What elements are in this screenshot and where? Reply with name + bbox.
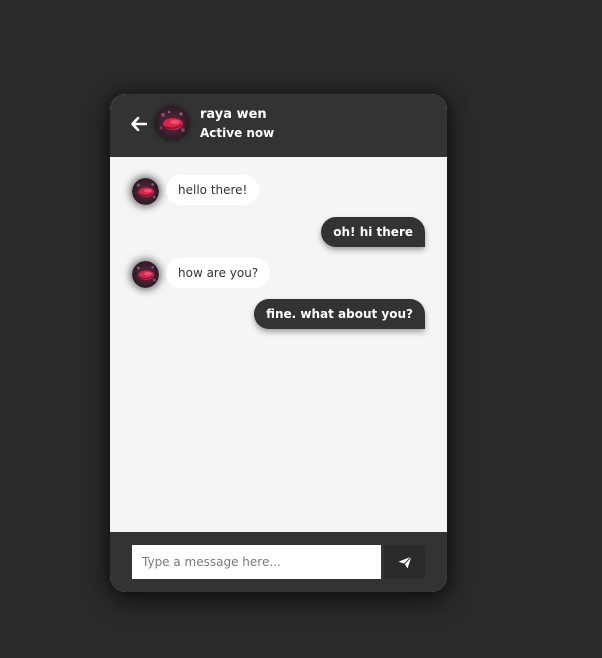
avatar-image bbox=[155, 106, 189, 140]
paper-plane-icon bbox=[398, 555, 412, 568]
incoming-message: hello there! bbox=[166, 175, 260, 205]
avatar[interactable] bbox=[155, 106, 189, 140]
contact-name: raya wen bbox=[200, 107, 267, 122]
avatar-image bbox=[132, 261, 159, 288]
avatar bbox=[132, 261, 159, 288]
avatar-image bbox=[132, 178, 159, 205]
outgoing-message: oh! hi there bbox=[321, 217, 425, 247]
avatar bbox=[132, 178, 159, 205]
incoming-message: how are you? bbox=[166, 258, 271, 288]
chat-window: raya wen Active now hello there! oh! hi … bbox=[110, 94, 447, 592]
arrow-left-icon bbox=[131, 117, 147, 131]
message-input[interactable] bbox=[132, 545, 381, 579]
back-button[interactable] bbox=[130, 114, 148, 134]
message-list[interactable]: hello there! oh! hi there how are you? f… bbox=[110, 157, 447, 532]
send-button[interactable] bbox=[384, 545, 425, 579]
composer bbox=[110, 532, 447, 592]
outgoing-message: fine. what about you? bbox=[254, 299, 425, 329]
chat-header: raya wen Active now bbox=[110, 94, 447, 157]
contact-status: Active now bbox=[200, 126, 275, 140]
